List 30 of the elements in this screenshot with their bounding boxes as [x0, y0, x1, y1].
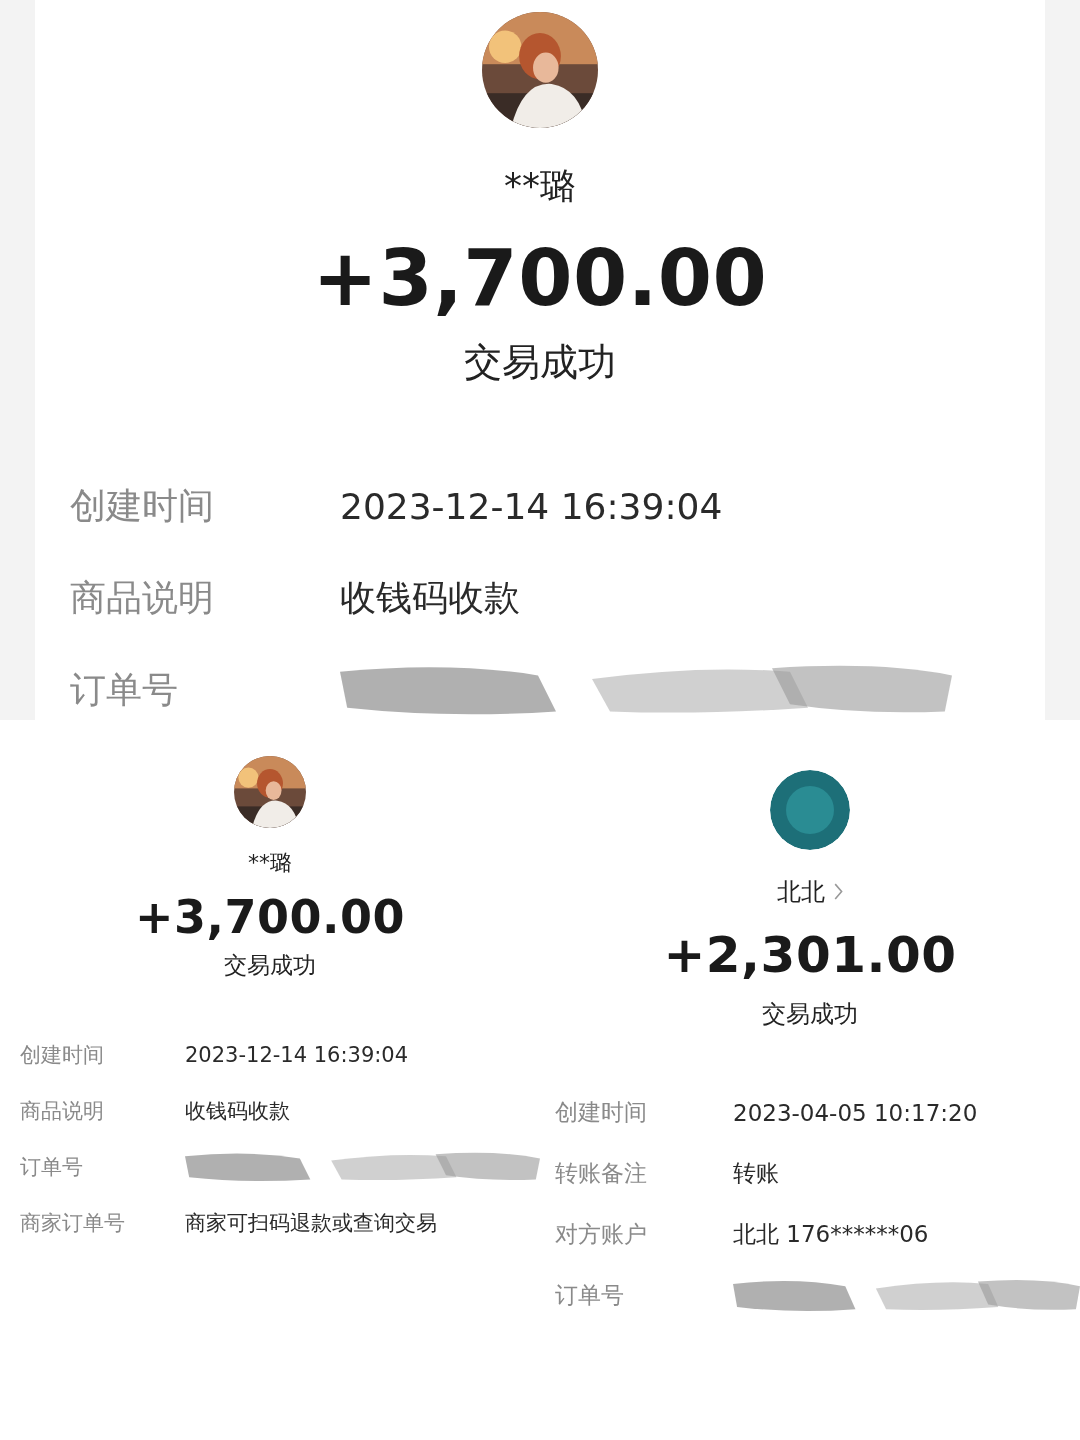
detail-label: 商品说明: [20, 1098, 105, 1125]
detail-label: 订单号: [20, 1154, 84, 1181]
avatar-icon: [770, 770, 850, 850]
payer-name: **璐: [248, 849, 292, 877]
detail-value: 2023-04-05 10:17:20: [733, 1099, 978, 1126]
payer-name[interactable]: 北北: [776, 876, 825, 908]
detail-value: 收钱码收款: [185, 1098, 290, 1125]
chevron-right-icon[interactable]: [832, 882, 844, 902]
amount: +3,700.00: [134, 890, 405, 944]
detail-label: 转账备注: [555, 1159, 648, 1188]
detail-value: 商家可扫码退款或查询交易: [185, 1210, 437, 1237]
detail-label: 对方账户: [555, 1220, 648, 1249]
amount: +3,700.00: [312, 233, 768, 323]
detail-label: 创建时间: [555, 1098, 648, 1127]
detail-label: 创建时间: [20, 1042, 105, 1069]
detail-label: 商家订单号: [20, 1210, 126, 1237]
payer-name: **璐: [504, 164, 576, 208]
status-text: 交易成功: [762, 999, 858, 1030]
detail-label: 商品说明: [70, 575, 215, 620]
amount: +2,301.00: [663, 926, 957, 984]
status-text: 交易成功: [464, 339, 616, 386]
detail-value: 转账: [733, 1159, 779, 1188]
detail-label: 创建时间: [70, 483, 215, 528]
detail-value: 2023-12-14 16:39:04: [185, 1043, 409, 1067]
detail-value: 2023-12-14 16:39:04: [340, 485, 723, 527]
detail-value: 北北 176******06: [733, 1220, 929, 1249]
detail-label: 订单号: [555, 1281, 625, 1310]
detail-value: 收钱码收款: [340, 575, 520, 620]
detail-label: 订单号: [70, 667, 179, 712]
status-text: 交易成功: [224, 951, 316, 980]
